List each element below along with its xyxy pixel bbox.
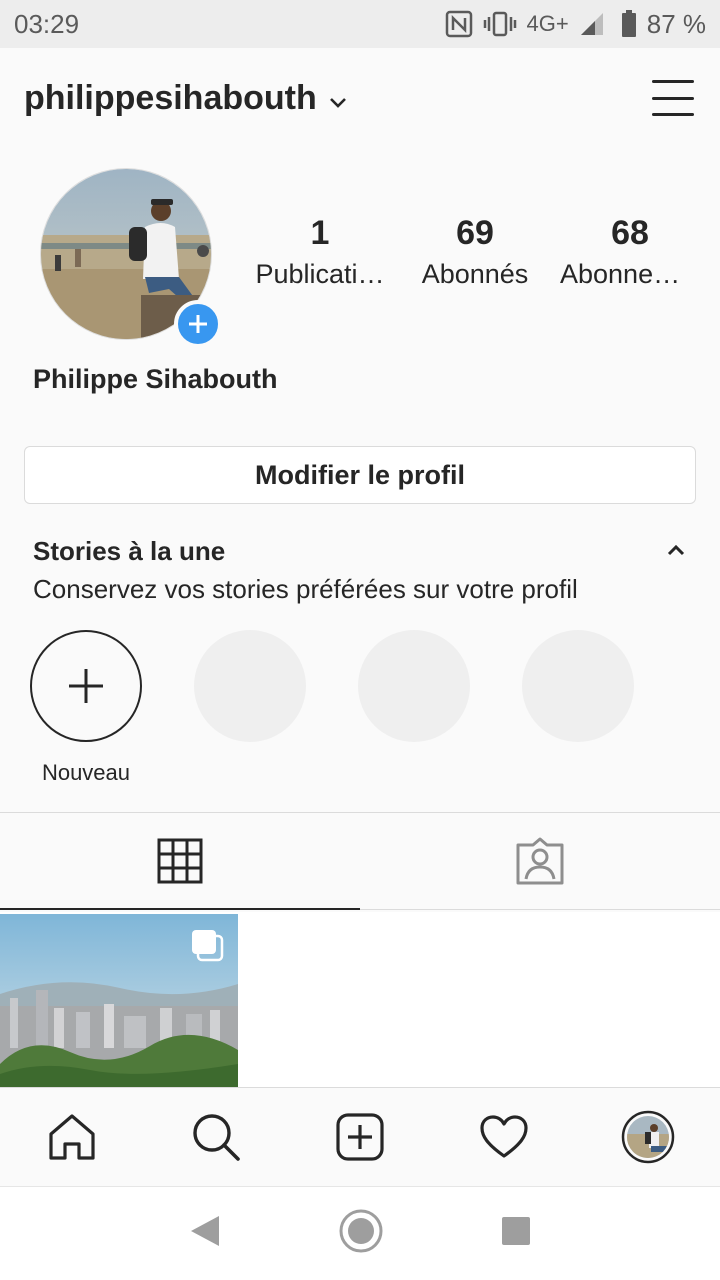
vibrate-icon <box>483 11 517 37</box>
chevron-up-icon[interactable] <box>664 540 688 560</box>
tab-grid[interactable] <box>0 813 360 910</box>
stat-posts[interactable]: 1 Publicati… <box>250 214 390 290</box>
plus-icon <box>189 315 207 333</box>
highlight-placeholder <box>358 630 470 742</box>
add-story-button[interactable] <box>174 300 222 348</box>
stat-value: 68 <box>611 214 649 252</box>
nav-search[interactable] <box>180 1101 252 1173</box>
nav-profile[interactable] <box>612 1101 684 1173</box>
home-button-icon[interactable] <box>338 1208 384 1259</box>
account-switcher[interactable]: philippesihabouth <box>24 79 347 118</box>
status-time: 03:29 <box>14 8 80 39</box>
heart-icon <box>480 1114 528 1158</box>
highlight-placeholder <box>194 630 306 742</box>
plus-icon <box>69 669 103 703</box>
new-highlight-button[interactable] <box>30 630 142 742</box>
stat-label: Abonnem… <box>560 259 700 289</box>
grid-icon <box>157 838 203 884</box>
edit-profile-button[interactable]: Modifier le profil <box>24 446 696 504</box>
status-bar: 03:29 4G+ 87 % <box>0 0 720 48</box>
profile-header: philippesihabouth <box>0 48 720 148</box>
stat-following[interactable]: 68 Abonnem… <box>560 214 700 290</box>
recents-icon[interactable] <box>501 1216 531 1251</box>
add-post-icon <box>336 1112 384 1161</box>
tab-tagged[interactable] <box>360 813 720 909</box>
nav-activity[interactable] <box>468 1101 540 1173</box>
stat-value: 1 <box>310 214 330 252</box>
profile-stats: 1 Publicati… 69 Abonnés 68 Abonnem… <box>250 214 700 290</box>
back-icon[interactable] <box>189 1214 221 1253</box>
stat-label: Abonnés <box>421 259 529 289</box>
search-icon <box>193 1113 240 1161</box>
highlights-subtitle: Conservez vos stories préférées sur votr… <box>33 574 578 604</box>
full-name: Philippe Sihabouth <box>33 364 278 394</box>
chevron-down-icon <box>329 79 347 118</box>
nav-home[interactable] <box>36 1101 108 1173</box>
menu-icon[interactable] <box>650 78 696 118</box>
profile-avatar-icon <box>621 1110 675 1163</box>
bottom-nav <box>0 1087 720 1185</box>
battery-icon <box>621 10 637 38</box>
battery-level: 87 % <box>646 8 706 39</box>
highlights-title: Stories à la une <box>33 536 226 566</box>
signal-icon <box>579 11 611 37</box>
tagged-person-icon <box>516 837 564 885</box>
stat-value: 69 <box>456 214 494 252</box>
nav-new-post[interactable] <box>324 1101 396 1173</box>
carousel-icon <box>190 928 224 967</box>
new-highlight-label: Nouveau <box>41 760 131 785</box>
network-type: 4G+ <box>526 11 569 36</box>
stat-followers[interactable]: 69 Abonnés <box>405 214 545 290</box>
highlight-placeholder <box>522 630 634 742</box>
username: philippesihabouth <box>24 78 317 117</box>
system-nav-bar <box>0 1186 720 1280</box>
profile-tabs <box>0 812 720 910</box>
posts-grid <box>0 912 720 1088</box>
post-thumbnail[interactable] <box>0 914 238 1088</box>
stat-label: Publicati… <box>255 259 385 289</box>
home-icon <box>49 1113 95 1160</box>
nfc-icon <box>445 10 473 38</box>
